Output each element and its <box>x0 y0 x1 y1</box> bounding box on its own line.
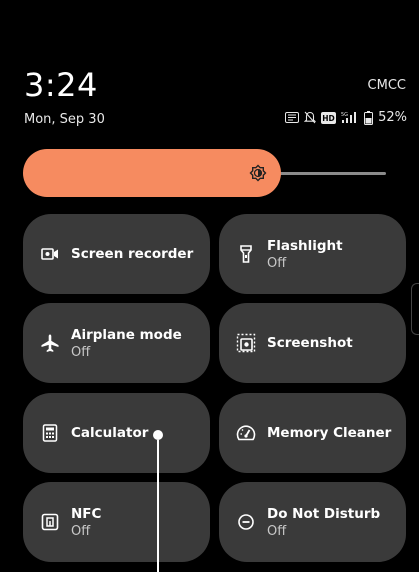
nfc-status-icon <box>285 112 300 123</box>
hd-icon: HD <box>321 111 337 124</box>
tile-label: Do Not Disturb <box>267 505 381 522</box>
tile-state: Off <box>71 344 91 360</box>
brightness-slider[interactable] <box>23 149 386 197</box>
status-bar-top <box>0 0 419 60</box>
brightness-icon <box>249 164 267 186</box>
svg-text:5G: 5G <box>341 112 348 118</box>
tile-memory-cleaner[interactable]: Memory Cleaner <box>219 393 406 473</box>
touch-pointer-trail <box>157 440 159 572</box>
brightness-track[interactable] <box>263 172 386 175</box>
memory-cleaner-icon <box>235 422 257 444</box>
touch-pointer-dot <box>153 430 163 440</box>
signal-icon: 5G <box>341 111 359 124</box>
tile-label: Screenshot <box>267 335 353 351</box>
alarm-off-icon <box>304 111 317 124</box>
brightness-fill[interactable] <box>23 149 281 197</box>
hd-icon-label: HD <box>322 114 335 123</box>
tile-do-not-disturb[interactable]: Do Not Disturb Off <box>219 482 406 562</box>
status-icons: HD 5G 52% <box>285 110 407 125</box>
tile-calculator[interactable]: Calculator <box>23 393 210 473</box>
battery-percent: 52% <box>378 110 407 125</box>
tile-state: Off <box>267 523 287 539</box>
do-not-disturb-icon <box>235 511 257 533</box>
tile-flashlight[interactable]: Flashlight Off <box>219 214 406 294</box>
tile-label: Memory Cleaner <box>267 425 392 441</box>
date-label: Mon, Sep 30 <box>24 112 105 127</box>
tile-screenshot[interactable]: Screenshot <box>219 303 406 383</box>
battery-icon <box>364 110 374 125</box>
tile-label: Airplane mode <box>71 326 182 343</box>
tile-state: Off <box>267 255 287 271</box>
flashlight-icon <box>235 243 257 265</box>
tile-label: NFC <box>71 505 102 522</box>
screenshot-icon <box>235 332 257 354</box>
tile-state: Off <box>71 523 91 539</box>
edge-panel-handle[interactable] <box>411 283 419 335</box>
tile-label: Flashlight <box>267 237 343 254</box>
tile-airplane-mode[interactable]: Airplane mode Off <box>23 303 210 383</box>
screen-recorder-icon <box>39 243 61 265</box>
tile-label: Calculator <box>71 425 149 441</box>
airplane-icon <box>39 332 61 354</box>
carrier-name: CMCC <box>367 78 406 93</box>
tile-screen-recorder[interactable]: Screen recorder <box>23 214 210 294</box>
clock-time: 3:24 <box>24 66 98 104</box>
tile-nfc[interactable]: NFC Off <box>23 482 210 562</box>
nfc-icon <box>39 511 61 533</box>
calculator-icon <box>39 422 61 444</box>
tile-label: Screen recorder <box>71 246 194 262</box>
